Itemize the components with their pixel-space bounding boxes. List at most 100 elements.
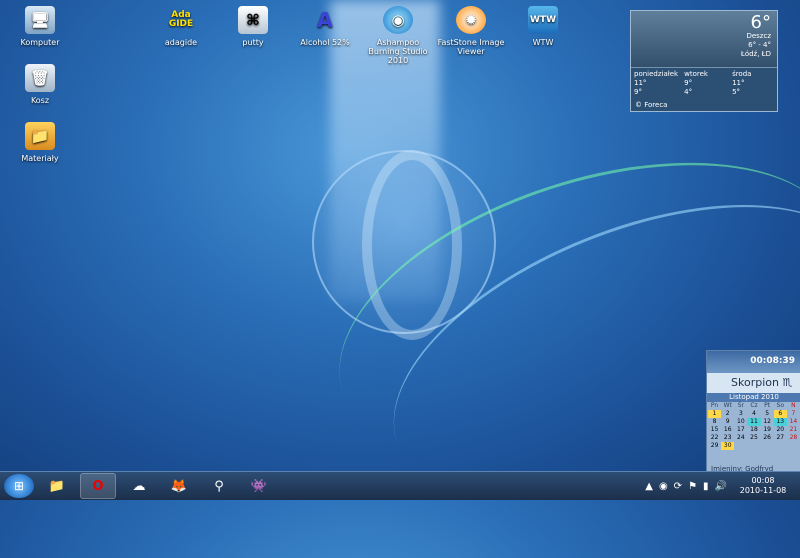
clock-date: 2010-11-08	[739, 486, 787, 495]
folder-icon: 📁	[25, 122, 55, 150]
system-tray: ▲ ◉ ⟳ ⚑ ▮ 🔊	[642, 481, 730, 492]
calendar-grid: Pn Wt Śr Cz Pt So N 1 2 3 4 5 6 7 8 9 10…	[707, 402, 800, 450]
desktop-icon-adagide[interactable]: Ada GIDE adagide	[146, 6, 216, 48]
weather-gadget[interactable]: 6° Deszcz 6° - 4° Łódź, ŁD poniedziałek …	[630, 10, 778, 112]
tray-app-icon[interactable]: ◉	[659, 481, 668, 492]
weather-day: poniedziałek 11° 9°	[631, 68, 681, 99]
taskbar-opera-button[interactable]: O	[80, 473, 116, 499]
desktop-icon-recycle-bin[interactable]: 🗑 Kosz	[5, 64, 75, 105]
calendar-day[interactable]: 4	[747, 410, 760, 418]
desktop-icon-putty[interactable]: ⌘ putty	[218, 6, 288, 47]
calendar-day[interactable]: 24	[734, 434, 747, 442]
calendar-day[interactable]: 16	[721, 426, 734, 434]
opera-icon: O	[92, 478, 104, 494]
calendar-day[interactable]: 6	[773, 410, 787, 418]
taskbar-app-button-3[interactable]: 👾	[242, 474, 276, 498]
weather-temp: 6°	[750, 12, 771, 33]
desktop-icon-faststone[interactable]: ✹ FastStone Image Viewer	[436, 6, 506, 56]
calendar-day[interactable]: 8	[708, 418, 721, 426]
calendar-day[interactable]: 20	[774, 426, 787, 434]
weather-credit: © Foreca	[635, 101, 668, 109]
desktop-icon-alcohol[interactable]: A Alcohol 52%	[290, 6, 360, 47]
calendar-weekday: Wt	[723, 402, 732, 409]
calendar-gadget[interactable]: 00:08:39 Skorpion ♏ Listopad 2010 Pn Wt …	[706, 350, 800, 476]
weather-day-name: środa	[732, 70, 752, 78]
taskbar-clock[interactable]: 00:08 2010-11-08	[730, 476, 796, 496]
desktop-icon-label: FastStone Image Viewer	[437, 38, 505, 56]
weather-day-high: 11°	[732, 79, 745, 87]
calendar-day[interactable]: 22	[708, 434, 721, 442]
desktop-icon-label: putty	[242, 38, 264, 47]
weather-day-high: 9°	[684, 79, 693, 87]
weather-day-high: 11°	[634, 79, 647, 87]
desktop-icon-label: adagide	[164, 38, 198, 47]
tray-flag-icon[interactable]: ⚑	[688, 481, 697, 492]
weather-forecast: poniedziałek 11° 9° wtorek 9° 4° środa 1…	[631, 68, 777, 99]
calendar-day[interactable]: 25	[747, 434, 760, 442]
calendar-day[interactable]: 30	[721, 442, 735, 450]
calendar-day[interactable]: 3	[734, 410, 747, 418]
calendar-day[interactable]: 12	[761, 418, 774, 426]
calendar-weekday: Pt	[764, 402, 771, 409]
calendar-day[interactable]: 2	[721, 410, 734, 418]
calendar-day[interactable]: 15	[708, 426, 721, 434]
desktop-icon-wtw[interactable]: WTW WTW	[508, 6, 578, 47]
calendar-day[interactable]: 23	[721, 434, 734, 442]
terminal-icon: ⌘	[238, 6, 268, 34]
weather-day-name: poniedziałek	[634, 70, 679, 78]
calendar-weekday: N	[791, 402, 796, 409]
calendar-day[interactable]: 19	[761, 426, 774, 434]
calendar-day[interactable]: 13	[773, 418, 787, 426]
taskbar-app-button[interactable]: ☁	[122, 474, 156, 498]
calendar-day[interactable]: 14	[787, 418, 800, 426]
calendar-day[interactable]: 27	[774, 434, 787, 442]
weather-range: 6° - 4°	[748, 41, 771, 49]
zodiac-panel: Skorpion ♏	[707, 373, 800, 393]
calendar-time: 00:08:39	[750, 356, 795, 366]
disc-icon: ◉	[383, 6, 413, 34]
calendar-weekday: Pn	[710, 402, 719, 409]
taskbar-explorer-button[interactable]: 📁	[40, 474, 74, 498]
weather-day-low: 5°	[732, 88, 741, 96]
desktop-icon-materials[interactable]: 📁 Materiały	[5, 122, 75, 163]
calendar-day[interactable]: 5	[761, 410, 774, 418]
tray-volume-icon[interactable]: 🔊	[715, 481, 727, 492]
computer-icon: 🖥	[25, 6, 55, 34]
windows-start-icon[interactable]: ⊞	[4, 474, 34, 498]
calendar-day[interactable]: 1	[708, 410, 722, 418]
calendar-day[interactable]: 18	[747, 426, 760, 434]
image-viewer-icon: ✹	[456, 6, 486, 34]
desktop-icon-label: Ashampoo Burning Studio 2010	[368, 38, 428, 65]
calendar-day[interactable]: 7	[787, 410, 800, 418]
recycle-bin-icon: 🗑	[25, 64, 55, 92]
calendar-day[interactable]: 21	[787, 426, 800, 434]
calendar-day[interactable]: 17	[734, 426, 747, 434]
tray-network-icon[interactable]: ▮	[703, 481, 709, 492]
desktop-icon-computer[interactable]: 🖥 Komputer	[5, 6, 75, 47]
taskbar-firefox-button[interactable]: 🦊	[162, 474, 196, 498]
desktop-icon-ashampoo[interactable]: ◉ Ashampoo Burning Studio 2010	[363, 6, 433, 65]
weather-description: Deszcz 6° - 4° Łódź, ŁD	[741, 32, 771, 59]
weather-current: 6° Deszcz 6° - 4° Łódź, ŁD	[631, 11, 777, 68]
calendar-day[interactable]: 28	[787, 434, 800, 442]
zodiac-sign: Skorpion ♏	[731, 376, 793, 389]
calendar-day[interactable]: 26	[761, 434, 774, 442]
firefox-icon: 🦊	[170, 478, 188, 494]
alcohol-icon: A	[317, 8, 333, 32]
clock-time: 00:08	[751, 476, 775, 485]
desktop-icon-label: Kosz	[30, 96, 50, 105]
app-icon: ☁	[132, 478, 146, 494]
calendar-weekday: So	[776, 402, 785, 409]
taskbar-app-button-2[interactable]: ⚲	[202, 474, 236, 498]
alien-icon: 👾	[250, 478, 268, 494]
calendar-day[interactable]: 11	[747, 418, 761, 426]
calendar-day[interactable]: 10	[734, 418, 747, 426]
calendar-day[interactable]: 9	[721, 418, 734, 426]
tray-sync-icon[interactable]: ⟳	[674, 481, 682, 492]
calendar-weekday: Śr	[737, 402, 744, 409]
weather-day: wtorek 9° 4°	[681, 68, 729, 99]
calendar-month[interactable]: Listopad 2010	[707, 393, 800, 402]
calendar-day[interactable]: 29	[708, 442, 721, 450]
tray-expand-icon[interactable]: ▲	[645, 481, 653, 492]
desktop-icon-label: WTW	[532, 38, 554, 47]
